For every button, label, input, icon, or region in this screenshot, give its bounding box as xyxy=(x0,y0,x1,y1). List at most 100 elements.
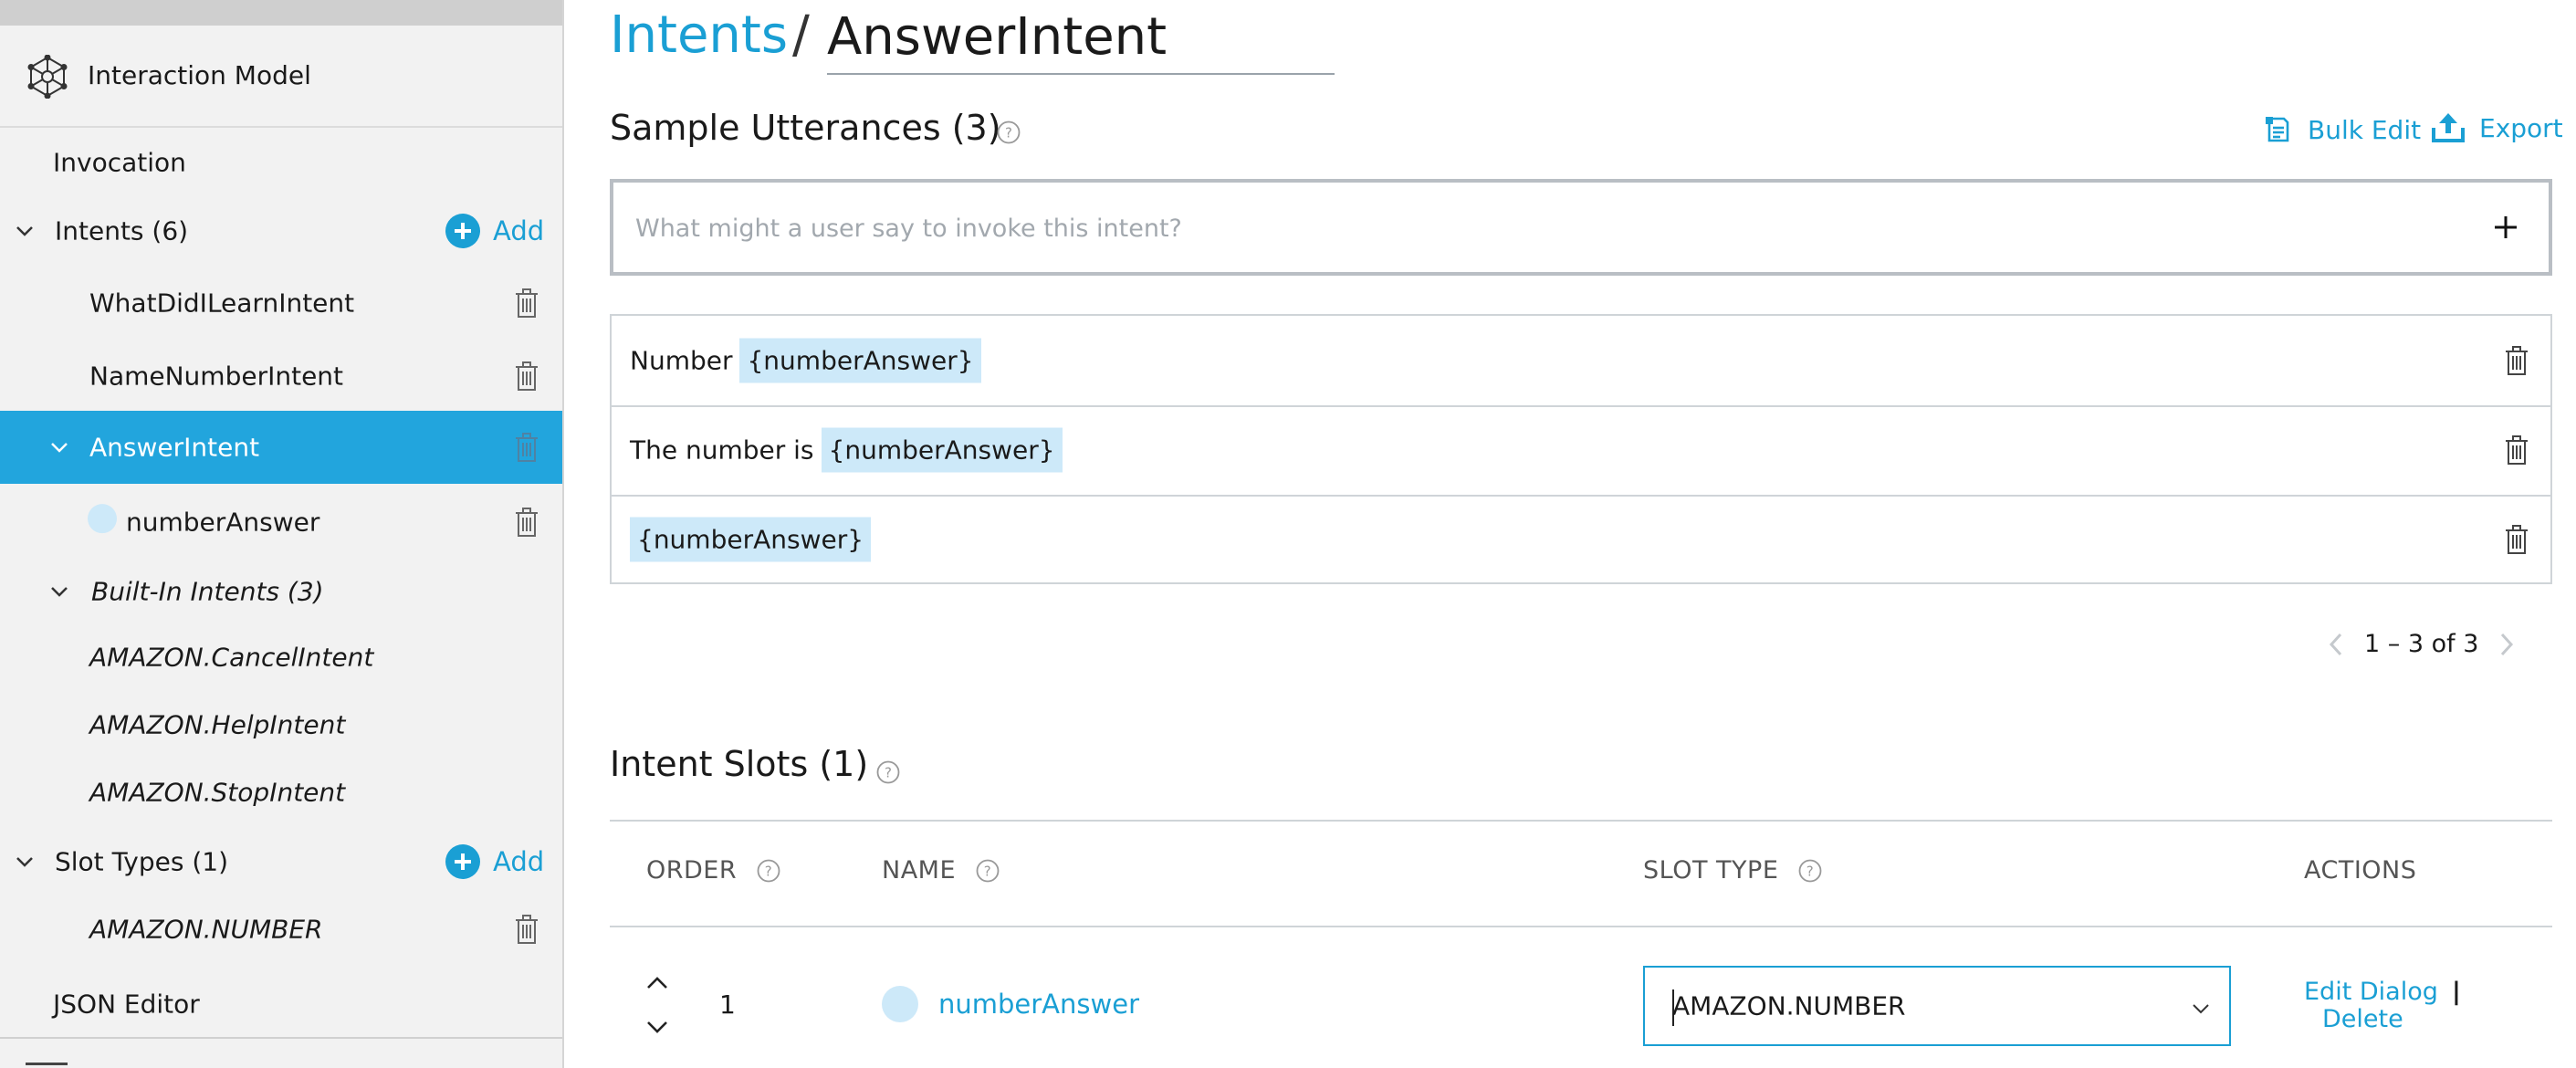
column-header-label: ORDER xyxy=(646,856,738,885)
chevron-right-icon[interactable] xyxy=(2498,631,2515,658)
delete-slot-link[interactable]: Delete xyxy=(2322,1006,2403,1033)
sidebar-item-slot[interactable]: numberAnswer xyxy=(0,486,562,559)
chevron-down-icon[interactable] xyxy=(49,437,69,457)
interaction-model-label: Interaction Model xyxy=(88,60,311,90)
export-label: Export xyxy=(2479,112,2563,143)
slot-dot-icon xyxy=(88,504,117,534)
svg-text:?: ? xyxy=(1005,125,1012,141)
breadcrumb-separator: / xyxy=(792,5,810,65)
sidebar-item-label: NameNumberIntent xyxy=(89,361,344,392)
sidebar-item-label: WhatDidILearnIntent xyxy=(89,288,355,319)
sidebar-item-intent-selected[interactable]: AnswerIntent xyxy=(0,411,562,484)
utterance-content: Number {numberAnswer} xyxy=(630,338,981,383)
interaction-model-header[interactable]: Interaction Model xyxy=(0,26,562,128)
sidebar: Interaction Model Invocation Intents (6)… xyxy=(0,0,564,1068)
footer-icon[interactable] xyxy=(26,1063,68,1068)
column-header-slot-type: SLOT TYPE ? xyxy=(1643,856,1822,885)
chevron-down-icon[interactable] xyxy=(15,221,35,241)
sidebar-item-builtin-intent[interactable]: AMAZON.CancelIntent xyxy=(0,621,562,694)
slot-name-link[interactable]: numberAnswer xyxy=(938,989,1139,1020)
intent-name-input[interactable] xyxy=(827,0,1335,75)
slot-chip[interactable]: {numberAnswer} xyxy=(739,338,981,383)
add-label: Add xyxy=(493,846,545,877)
help-icon[interactable]: ? xyxy=(997,120,1021,144)
sidebar-item-intent[interactable]: NameNumberIntent xyxy=(0,340,562,413)
sample-utterances-title: Sample Utterances (3) xyxy=(610,108,1001,148)
bulk-edit-icon xyxy=(2266,117,2289,142)
utterance-row[interactable]: The number is {numberAnswer} xyxy=(612,405,2550,497)
slot-chip[interactable]: {numberAnswer} xyxy=(630,517,872,562)
help-icon[interactable]: ? xyxy=(876,760,900,784)
sidebar-group-label: Built-In Intents (3) xyxy=(91,576,324,607)
sidebar-item-label: Invocation xyxy=(53,147,186,178)
sidebar-group-label: Intents (6) xyxy=(55,215,189,246)
sidebar-item-slot-type[interactable]: AMAZON.NUMBER xyxy=(0,893,562,966)
chevron-down-icon[interactable] xyxy=(15,852,35,872)
utterance-content: The number is {numberAnswer} xyxy=(630,427,1063,473)
utterance-text: Number xyxy=(630,345,733,376)
sidebar-item-intent[interactable]: WhatDidILearnIntent xyxy=(0,267,562,340)
slot-name-cell: numberAnswer xyxy=(882,986,1139,1022)
export-button[interactable]: Export xyxy=(2430,111,2563,144)
column-header-label: SLOT TYPE xyxy=(1643,856,1779,885)
sidebar-item-label: AMAZON.StopIntent xyxy=(89,777,346,808)
sidebar-item-label: AMAZON.NUMBER xyxy=(89,914,323,945)
sidebar-group-builtin-intents[interactable]: Built-In Intents (3) xyxy=(0,555,562,628)
trash-icon[interactable] xyxy=(2505,435,2529,465)
utterance-input-box xyxy=(610,179,2552,276)
trash-icon[interactable] xyxy=(515,433,539,462)
sidebar-item-label: JSON Editor xyxy=(53,989,200,1020)
reorder-arrows-icon[interactable] xyxy=(646,975,668,1035)
sidebar-group-intents[interactable]: Intents (6) Add xyxy=(0,194,562,267)
breadcrumb: Intents / xyxy=(610,5,810,65)
sidebar-group-label: Slot Types (1) xyxy=(55,846,229,877)
trash-icon[interactable] xyxy=(2505,525,2529,554)
trash-icon[interactable] xyxy=(515,288,539,318)
svg-text:?: ? xyxy=(765,863,772,879)
sidebar-item-builtin-intent[interactable]: AMAZON.HelpIntent xyxy=(0,688,562,761)
trash-icon[interactable] xyxy=(2505,346,2529,375)
slot-dot-icon xyxy=(882,986,918,1022)
pagination-label: 1 – 3 of 3 xyxy=(2364,630,2479,658)
svg-text:?: ? xyxy=(984,863,991,879)
sidebar-item-label: AMAZON.HelpIntent xyxy=(89,709,346,740)
slot-type-select[interactable]: AMAZON.NUMBER xyxy=(1643,966,2231,1046)
trash-icon[interactable] xyxy=(515,361,539,391)
sidebar-group-slot-types[interactable]: Slot Types (1) Add xyxy=(0,825,562,898)
chevron-left-icon[interactable] xyxy=(2328,631,2344,658)
chevron-down-icon[interactable] xyxy=(49,581,69,602)
sidebar-item-json-editor[interactable]: JSON Editor xyxy=(0,968,562,1041)
utterances-table: Number {numberAnswer} The number is {num… xyxy=(610,314,2552,584)
svg-text:?: ? xyxy=(1806,863,1814,879)
slot-order-value: 1 xyxy=(719,989,736,1020)
trash-icon[interactable] xyxy=(515,915,539,944)
slots-table-border xyxy=(610,820,2552,822)
slots-header-border xyxy=(610,926,2552,927)
utterance-input[interactable] xyxy=(634,183,2372,274)
utterance-row[interactable]: {numberAnswer} xyxy=(612,495,2550,584)
help-icon[interactable]: ? xyxy=(757,859,780,883)
sidebar-item-invocation[interactable]: Invocation xyxy=(0,126,562,199)
trash-icon[interactable] xyxy=(515,508,539,537)
bulk-edit-button[interactable]: Bulk Edit xyxy=(2262,113,2421,146)
sidebar-item-builtin-intent[interactable]: AMAZON.StopIntent xyxy=(0,756,562,829)
help-icon[interactable]: ? xyxy=(1798,859,1822,883)
chevron-down-icon[interactable] xyxy=(2191,999,2211,1019)
breadcrumb-intents-link[interactable]: Intents xyxy=(610,5,788,65)
utterance-row[interactable]: Number {numberAnswer} xyxy=(612,316,2550,407)
slot-type-value: AMAZON.NUMBER xyxy=(1672,990,1906,1021)
help-icon[interactable]: ? xyxy=(976,859,1000,883)
intent-slots-title: Intent Slots (1) xyxy=(610,744,869,784)
plus-circle-icon xyxy=(445,844,480,879)
add-slot-type-button[interactable]: Add xyxy=(445,844,544,879)
sidebar-item-label: AMAZON.CancelIntent xyxy=(89,642,374,673)
add-intent-button[interactable]: Add xyxy=(445,214,544,248)
svg-text:?: ? xyxy=(885,765,892,781)
plus-icon[interactable] xyxy=(2492,214,2519,241)
slot-chip[interactable]: {numberAnswer} xyxy=(821,427,1063,473)
edit-dialog-link[interactable]: Edit Dialog xyxy=(2304,979,2438,1006)
column-header-actions: ACTIONS xyxy=(2304,856,2416,885)
column-header-label: ACTIONS xyxy=(2304,856,2417,885)
export-icon xyxy=(2432,113,2465,142)
add-label: Add xyxy=(493,215,545,246)
